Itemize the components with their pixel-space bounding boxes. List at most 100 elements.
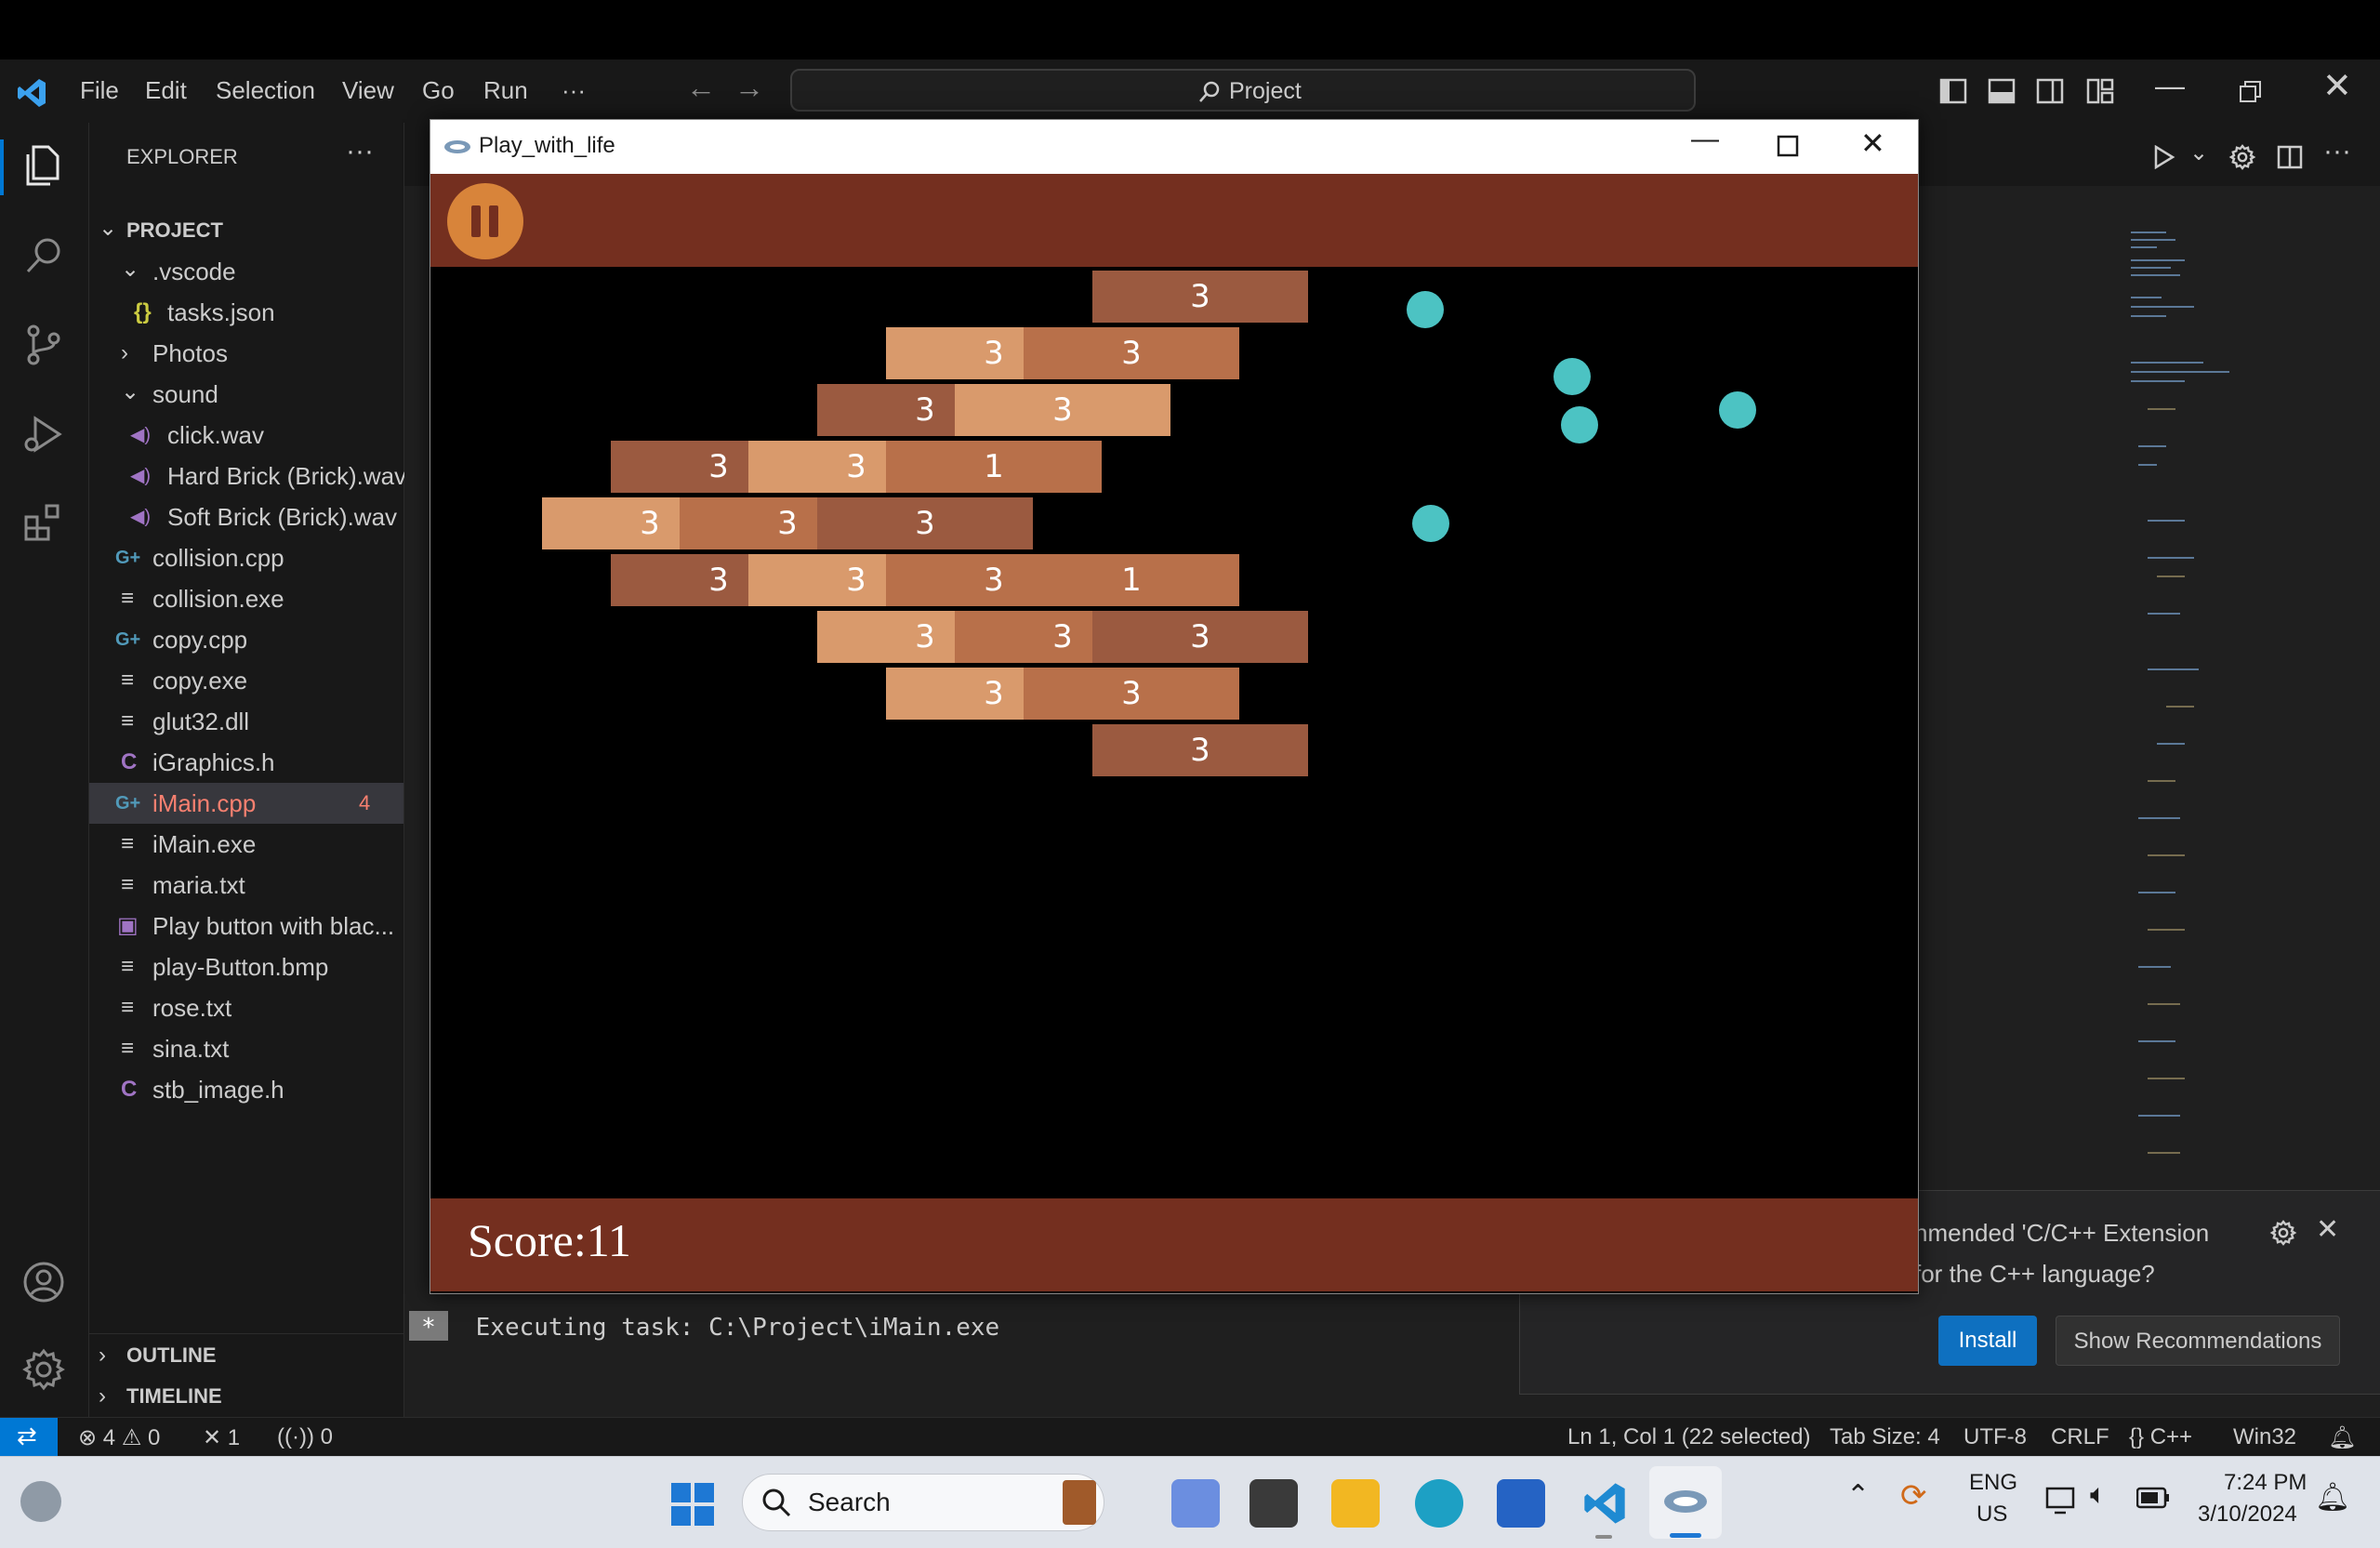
- ball: [1719, 391, 1756, 429]
- file-encoding[interactable]: UTF-8: [1964, 1424, 2027, 1450]
- customize-layout-icon[interactable]: [2086, 78, 2114, 104]
- minimap[interactable]: [2129, 223, 2231, 1190]
- run-code-icon[interactable]: [2152, 145, 2176, 169]
- window-minimize-icon[interactable]: —: [2155, 69, 2185, 103]
- vscode-taskbar-icon[interactable]: [1580, 1479, 1629, 1528]
- tools-status[interactable]: ✕ 1: [203, 1424, 240, 1451]
- toast-close-icon[interactable]: ✕: [2316, 1213, 2339, 1246]
- input-language-line1[interactable]: ENG: [1969, 1470, 2017, 1496]
- volume-icon[interactable]: 🔈︎: [2090, 1479, 2107, 1511]
- platform-config[interactable]: Win32: [2233, 1424, 2296, 1450]
- tree-folder-sound[interactable]: ⌄ sound: [89, 374, 403, 415]
- toast-settings-gear-icon[interactable]: [2269, 1219, 2297, 1247]
- command-center-search[interactable]: Project: [790, 69, 1696, 112]
- network-monitor-icon[interactable]: [2045, 1485, 2075, 1515]
- menu-run[interactable]: Run: [483, 76, 528, 105]
- source-control-icon[interactable]: [20, 322, 67, 368]
- game-close-icon[interactable]: ✕: [1860, 126, 1885, 161]
- opengl-taskbar-button[interactable]: [1649, 1466, 1722, 1539]
- tree-item-glut32-dll[interactable]: ≡ glut32.dll: [89, 701, 403, 742]
- game-maximize-icon[interactable]: [1777, 135, 1799, 157]
- generic-file-icon: ≡: [121, 995, 135, 1020]
- tree-item-sina-txt[interactable]: ≡ sina.txt: [89, 1028, 403, 1069]
- split-editor-icon[interactable]: [2277, 145, 2303, 169]
- settings-gear-icon[interactable]: [20, 1346, 67, 1393]
- errors-status[interactable]: ⊗ 4 ⚠ 0: [78, 1424, 160, 1451]
- ports-status[interactable]: ((·)) 0: [277, 1424, 333, 1450]
- tree-item-play-button-image[interactable]: ▣ Play button with blac...: [89, 906, 403, 946]
- chevron-right-icon: ›: [121, 340, 128, 365]
- show-hidden-icons-chevron-icon[interactable]: ⌃: [1846, 1479, 1870, 1512]
- task-view-icon[interactable]: [1250, 1479, 1298, 1528]
- show-recommendations-button[interactable]: Show Recommendations: [2056, 1316, 2340, 1366]
- menu-view[interactable]: View: [342, 76, 394, 105]
- taskbar-search-box[interactable]: Search: [742, 1474, 1104, 1531]
- tree-item-hard-brick-wav[interactable]: ◀) Hard Brick (Brick).wav: [89, 456, 406, 496]
- input-language-line2[interactable]: US: [1977, 1502, 2007, 1528]
- more-actions-icon[interactable]: ···: [2323, 136, 2351, 167]
- tree-item-collision-exe[interactable]: ≡ collision.exe: [89, 578, 403, 619]
- audio-file-icon: ◀): [130, 425, 152, 445]
- tree-folder-vscode[interactable]: ⌄ .vscode: [89, 251, 403, 292]
- menu-selection[interactable]: Selection: [216, 76, 315, 105]
- install-button[interactable]: Install: [1938, 1316, 2037, 1366]
- tree-item-play-button-bmp[interactable]: ≡ play-Button.bmp: [89, 946, 403, 987]
- forward-arrow-icon[interactable]: →: [734, 71, 764, 105]
- tree-item-imain-cpp[interactable]: G+ iMain.cpp 4: [89, 783, 403, 824]
- weather-widget-icon[interactable]: [20, 1481, 61, 1522]
- tree-item-imain-exe[interactable]: ≡ iMain.exe: [89, 824, 403, 865]
- notifications-bell-icon[interactable]: 🔔︎: [2328, 1424, 2356, 1451]
- toggle-panel-icon[interactable]: [1988, 78, 2016, 104]
- edge-browser-icon[interactable]: [1415, 1479, 1463, 1528]
- file-explorer-icon[interactable]: [1331, 1479, 1380, 1528]
- game-minimize-icon[interactable]: —: [1691, 124, 1719, 155]
- tree-item-stb-image-h[interactable]: C stb_image.h: [89, 1069, 403, 1110]
- tree-folder-photos[interactable]: › Photos: [89, 333, 403, 374]
- menu-edit[interactable]: Edit: [145, 76, 187, 105]
- tree-item-collision-cpp[interactable]: G+ collision.cpp: [89, 537, 403, 578]
- back-arrow-icon[interactable]: ←: [686, 71, 716, 105]
- tree-item-copy-exe[interactable]: ≡ copy.exe: [89, 660, 403, 701]
- battery-icon[interactable]: [2136, 1487, 2170, 1509]
- windows-start-icon[interactable]: [671, 1483, 714, 1526]
- chevron-down-icon[interactable]: ⌄: [2189, 139, 2208, 166]
- menu-go[interactable]: Go: [422, 76, 455, 105]
- tree-item-maria-txt[interactable]: ≡ maria.txt: [89, 865, 403, 906]
- search-activity-icon[interactable]: [20, 232, 67, 279]
- tree-item-tasks-json[interactable]: {} tasks.json: [89, 292, 403, 333]
- microsoft-store-icon[interactable]: [1497, 1479, 1545, 1528]
- menu-file[interactable]: File: [80, 76, 119, 105]
- explorer-more-button[interactable]: ···: [346, 136, 374, 167]
- clock-date[interactable]: 3/10/2024: [2198, 1502, 2297, 1528]
- tree-item-copy-cpp[interactable]: G+ copy.cpp: [89, 619, 403, 660]
- tab-size[interactable]: Tab Size: 4: [1830, 1424, 1940, 1450]
- run-debug-icon[interactable]: [20, 411, 67, 457]
- tree-item-click-wav[interactable]: ◀) click.wav: [89, 415, 403, 456]
- sync-icon[interactable]: ⟳: [1900, 1477, 1927, 1515]
- tree-item-soft-brick-wav[interactable]: ◀) Soft Brick (Brick).wav: [89, 496, 403, 537]
- window-close-icon[interactable]: ✕: [2322, 65, 2352, 107]
- toggle-primary-sidebar-icon[interactable]: [1939, 78, 1967, 104]
- outline-section[interactable]: › OUTLINE: [89, 1335, 403, 1376]
- explorer-files-icon[interactable]: [20, 141, 67, 188]
- clock-time[interactable]: 7:24 PM: [2224, 1470, 2307, 1496]
- cursor-position[interactable]: Ln 1, Col 1 (22 selected): [1567, 1424, 1810, 1450]
- tree-item-rose-txt[interactable]: ≡ rose.txt: [89, 987, 403, 1028]
- accounts-icon[interactable]: [20, 1259, 67, 1305]
- notification-bell-icon[interactable]: 🔔︎: [2315, 1481, 2350, 1514]
- tree-section-project[interactable]: ⌄ PROJECT: [89, 210, 403, 251]
- menu-more[interactable]: ···: [562, 76, 586, 105]
- toggle-secondary-sidebar-icon[interactable]: [2036, 78, 2064, 104]
- window-restore-icon[interactable]: [2239, 80, 2263, 104]
- end-of-line[interactable]: CRLF: [2051, 1424, 2109, 1450]
- language-mode[interactable]: {} C++: [2129, 1424, 2192, 1450]
- pause-button[interactable]: [447, 183, 523, 259]
- warning-icon: ⚠: [121, 1425, 142, 1450]
- remote-indicator[interactable]: ⇄: [0, 1418, 58, 1457]
- timeline-section[interactable]: › TIMELINE: [89, 1376, 403, 1417]
- tree-item-igraphics-h[interactable]: C iGraphics.h: [89, 742, 403, 783]
- extensions-icon[interactable]: [20, 498, 67, 545]
- copilot-icon[interactable]: [1171, 1479, 1220, 1528]
- command-center-label: Project: [1229, 78, 1302, 104]
- settings-gear-icon[interactable]: [2228, 143, 2256, 171]
